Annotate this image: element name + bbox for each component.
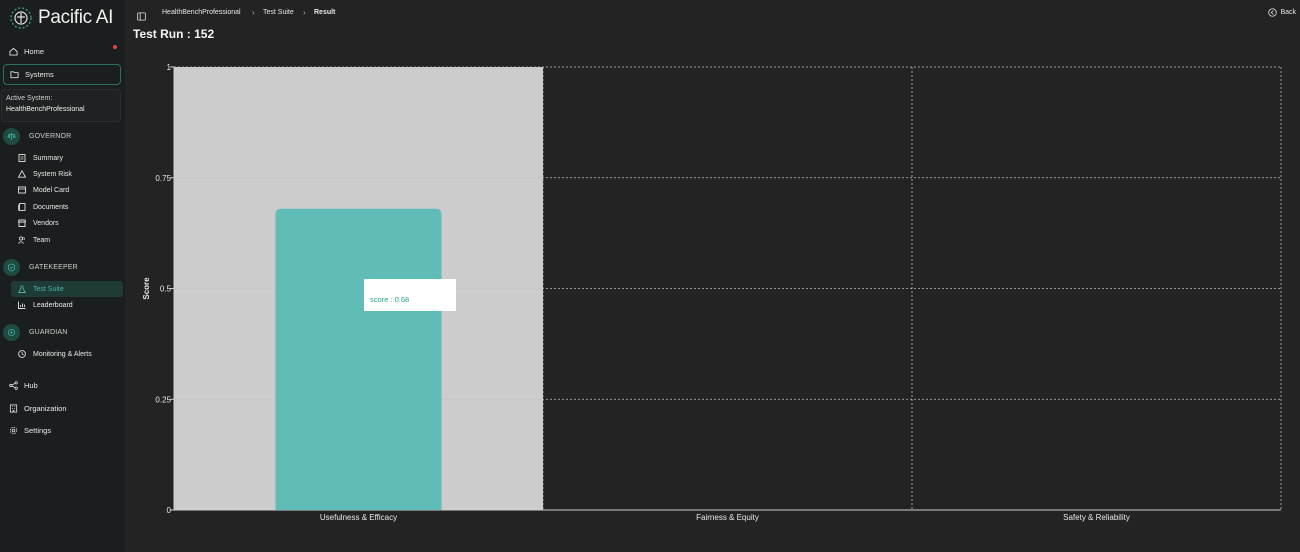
sidebar-item-label: Leaderboard (33, 301, 73, 309)
y-tick-label: 0.5 (160, 285, 172, 294)
x-tick-label: Fairness & Equity (696, 513, 759, 522)
warning-icon (18, 170, 26, 178)
section-governor: GOVERNOR (3, 127, 71, 145)
nav-organization[interactable]: Organization (3, 398, 121, 418)
sidebar-item-vendors[interactable]: Vendors (11, 215, 123, 231)
breadcrumb-chevron-icon: › (252, 8, 255, 17)
breadcrumb-chevron-icon: › (303, 8, 306, 17)
sidebar-item-label: System Risk (33, 170, 72, 178)
clock-icon (18, 350, 26, 358)
nav-organization-label: Organization (24, 403, 67, 413)
chart-tooltip: score : 0.68 (364, 279, 456, 311)
nav-hub[interactable]: Hub (3, 375, 121, 395)
document-icon (18, 154, 26, 162)
sidebar-item-team[interactable]: Team (11, 232, 123, 248)
y-tick-label: 0.25 (155, 395, 171, 404)
nav-home-label: Home (24, 46, 45, 56)
users-icon (18, 236, 26, 244)
app-name: Pacific AI (38, 7, 114, 28)
breadcrumb-system[interactable]: HealthBenchProfessional (162, 9, 241, 16)
section-governor-title: GOVERNOR (29, 132, 72, 140)
y-tick-label: 1 (167, 63, 172, 72)
sidebar-item-test-suite[interactable]: Test Suite (11, 281, 123, 297)
shield-icon (3, 258, 20, 276)
sidebar-item-documents[interactable]: Documents (11, 199, 123, 215)
score-chart: 0 0.25 0.5 0.75 1 Score Usefulness & Efficacy F… (125, 55, 1300, 525)
top-bar: HealthBenchProfessional › Test Suite › R… (125, 0, 1300, 28)
chart-svg: 0 0.25 0.5 0.75 1 Score Usefulness & Efficacy F… (142, 63, 1282, 522)
card-icon (18, 186, 26, 194)
bar-chart-icon (18, 301, 26, 309)
nav-systems[interactable]: Systems (3, 64, 121, 85)
active-system-panel: Active System: HealthBenchProfessional (1, 89, 121, 122)
gear-icon (9, 426, 18, 435)
page-title: Test Run : 152 (133, 27, 215, 41)
y-tick-label: 0 (167, 506, 172, 515)
sidebar-item-system-risk[interactable]: System Risk (11, 166, 123, 182)
nav-settings[interactable]: Settings (3, 420, 121, 440)
sidebar-item-label: Team (33, 236, 51, 244)
sidebar-item-monitoring[interactable]: Monitoring & Alerts (11, 346, 123, 362)
section-gatekeeper: GATEKEEPER (3, 258, 78, 276)
sidebar-item-label: Documents (33, 203, 69, 211)
back-label: Back (1280, 9, 1296, 16)
building-icon (9, 403, 18, 413)
logo[interactable]: Pacific AI (9, 6, 113, 30)
back-arrow-icon (1268, 8, 1278, 17)
sidebar-item-leaderboard[interactable]: Leaderboard (11, 297, 123, 313)
sidebar-item-label: Model Card (33, 186, 70, 194)
sidebar-item-label: Monitoring & Alerts (33, 350, 92, 358)
y-axis-label: Score (142, 277, 151, 300)
sidebar-toggle-icon[interactable] (137, 8, 146, 26)
sidebar-item-summary[interactable]: Summary (11, 150, 123, 166)
sidebar-item-model-card[interactable]: Model Card (11, 182, 123, 198)
tooltip-label: score : 0.68 (370, 295, 410, 304)
section-guardian: GUARDIAN (3, 323, 68, 341)
sidebar-item-label: Summary (33, 154, 63, 162)
x-tick-label: Usefulness & Efficacy (320, 513, 397, 522)
x-tick-label: Safety & Reliability (1063, 513, 1130, 522)
store-icon (18, 219, 26, 227)
nav-settings-label: Settings (24, 425, 52, 435)
home-icon (9, 47, 18, 56)
share-icon (9, 380, 18, 390)
sidebar-item-label: Vendors (33, 219, 59, 227)
guardian-icon (3, 323, 20, 341)
sidebar: Pacific AI Home Systems Active System: H… (0, 0, 125, 552)
folder-icon (10, 70, 19, 79)
nav-home[interactable]: Home (3, 41, 121, 61)
pacific-ai-logo-icon (10, 7, 32, 29)
nav-systems-label: Systems (25, 70, 54, 79)
section-guardian-title: GUARDIAN (29, 328, 68, 336)
section-gatekeeper-title: GATEKEEPER (29, 263, 78, 271)
documents-icon (18, 203, 26, 211)
breadcrumb-test-suite[interactable]: Test Suite (263, 9, 294, 16)
active-system-label: Active System: (6, 95, 53, 102)
scale-icon (3, 127, 20, 145)
back-button[interactable]: Back (1268, 8, 1296, 17)
notification-dot (113, 45, 117, 49)
breadcrumb-result: Result (314, 9, 336, 16)
active-system-value: HealthBenchProfessional (6, 106, 85, 113)
flask-icon (18, 285, 26, 293)
y-tick-label: 0.75 (155, 174, 171, 183)
sidebar-item-label: Test Suite (33, 285, 64, 293)
nav-hub-label: Hub (24, 380, 38, 390)
bar-0 (275, 208, 442, 510)
